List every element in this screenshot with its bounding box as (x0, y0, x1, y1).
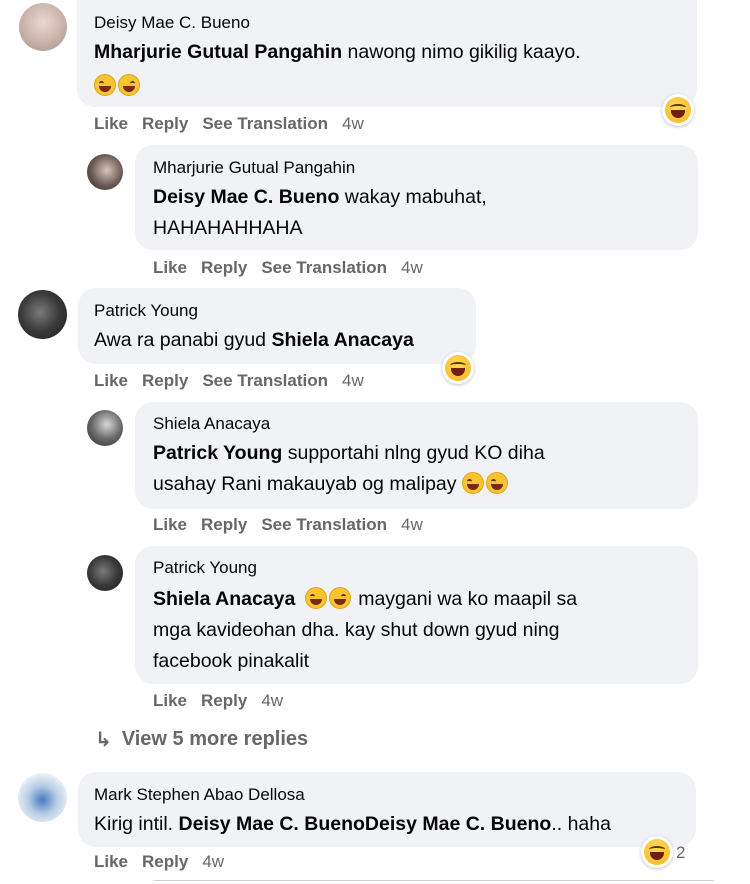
reply-button[interactable]: Reply (142, 371, 188, 391)
comment-author[interactable]: Patrick Young (94, 301, 198, 321)
comment-time[interactable]: 4w (342, 114, 364, 134)
reply-button[interactable]: Reply (201, 515, 247, 535)
mention-link[interactable]: Mharjurie Gutual Pangahin (94, 41, 342, 63)
reply-button[interactable]: Reply (201, 691, 247, 711)
comment-actions: Like Reply See Translation 4w (153, 258, 437, 278)
mention-link[interactable]: Deisy Mae C. BuenoDeisy Mae C. Bueno (179, 813, 552, 835)
comment-time[interactable]: 4w (401, 258, 423, 278)
comment-time[interactable]: 4w (202, 852, 224, 872)
see-translation-button[interactable]: See Translation (202, 371, 328, 391)
avatar[interactable] (18, 290, 67, 339)
mention-link[interactable]: Shiela Anacaya (271, 329, 413, 351)
reaction-count[interactable]: 2 (676, 843, 685, 863)
comment-text: Deisy Mae C. Bueno wakay mabuhat, (153, 186, 487, 208)
comment-time[interactable]: 4w (261, 691, 283, 711)
laughing-emoji-icon (118, 74, 140, 96)
comment-text: Kirig intil. Deisy Mae C. BuenoDeisy Mae… (94, 813, 611, 835)
avatar[interactable] (87, 154, 123, 190)
see-translation-button[interactable]: See Translation (202, 114, 328, 134)
like-button[interactable]: Like (153, 691, 187, 711)
laughing-emoji-icon (328, 587, 351, 609)
haha-reaction-icon[interactable] (641, 836, 673, 868)
like-button[interactable]: Like (94, 852, 128, 872)
see-translation-button[interactable]: See Translation (261, 515, 387, 535)
laughing-emoji-icon (461, 472, 484, 494)
comment-text: Awa ra panabi gyud Shiela Anacaya (94, 329, 414, 351)
haha-reaction-icon[interactable] (662, 94, 694, 126)
comment-text-line: mga kavideohan dha. kay shut down gyud n… (153, 619, 560, 641)
comment-actions: Like Reply 4w (153, 691, 297, 711)
like-button[interactable]: Like (94, 114, 128, 134)
view-more-label: View 5 more replies (121, 728, 309, 750)
comment-author[interactable]: Mharjurie Gutual Pangahin (153, 158, 355, 178)
like-button[interactable]: Like (153, 515, 187, 535)
mention-link[interactable]: Shiela Anacaya (153, 588, 295, 610)
see-translation-button[interactable]: See Translation (261, 258, 387, 278)
haha-reaction-icon[interactable] (442, 352, 474, 384)
comment-actions: Like Reply See Translation 4w (153, 515, 437, 535)
comment-time[interactable]: 4w (342, 371, 364, 391)
comment-author[interactable]: Mark Stephen Abao Dellosa (94, 785, 305, 805)
comment-author[interactable]: Shiela Anacaya (153, 414, 270, 434)
reply-button[interactable]: Reply (142, 852, 188, 872)
laughing-emoji-icon (94, 74, 116, 96)
comment-text-line: HAHAHAHHAHA (153, 217, 303, 239)
avatar[interactable] (87, 555, 123, 591)
comment-actions: Like Reply 4w (94, 852, 238, 872)
view-more-replies-button[interactable]: ↳ View 5 more replies (95, 727, 308, 752)
comment-text: Mharjurie Gutual Pangahin nawong nimo gi… (94, 41, 581, 63)
comment-author[interactable]: Patrick Young (153, 558, 257, 578)
comment-text-line: facebook pinakalit (153, 650, 310, 672)
avatar[interactable] (19, 3, 67, 51)
comment-time[interactable]: 4w (401, 515, 423, 535)
comment-actions: Like Reply See Translation 4w (94, 114, 378, 134)
reply-arrow-icon: ↳ (95, 729, 112, 751)
laughing-emoji-icon (485, 472, 508, 494)
comment-emojis (94, 74, 142, 97)
mention-link[interactable]: Patrick Young (153, 442, 282, 464)
comment-author[interactable]: Deisy Mae C. Bueno (94, 13, 250, 33)
comment-actions: Like Reply See Translation 4w (94, 371, 378, 391)
like-button[interactable]: Like (153, 258, 187, 278)
avatar[interactable] (87, 410, 123, 446)
avatar[interactable] (18, 773, 67, 822)
like-button[interactable]: Like (94, 371, 128, 391)
comment-text-line: usahay Rani makauyab og malipay (153, 469, 510, 500)
laughing-emoji-icon (304, 587, 327, 609)
comment-text: Patrick Young supportahi nlng gyud KO di… (153, 442, 545, 464)
reply-button[interactable]: Reply (142, 114, 188, 134)
reply-button[interactable]: Reply (201, 258, 247, 278)
comment-text: Shiela Anacaya maygani wa ko maapil sa (153, 587, 578, 610)
mention-link[interactable]: Deisy Mae C. Bueno (153, 186, 339, 208)
divider (154, 880, 714, 881)
